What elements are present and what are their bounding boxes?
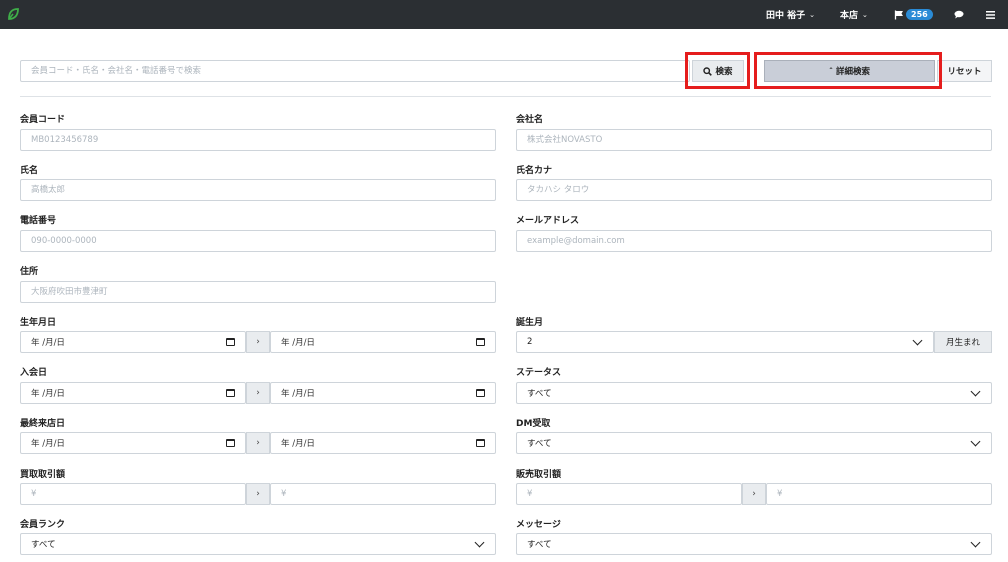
message-select[interactable]: すべて <box>516 533 992 555</box>
chevron-up-icon: ˆ <box>828 66 833 76</box>
range-separator: › <box>246 382 270 404</box>
chevron-down-icon <box>912 335 923 345</box>
email-input[interactable] <box>516 230 992 252</box>
member-rank-value: すべて <box>31 540 56 550</box>
birth-month-label: 誕生月 <box>516 318 544 328</box>
dm-select[interactable]: すべて <box>516 432 992 454</box>
chat-button[interactable] <box>954 0 964 29</box>
reset-button[interactable]: リセット <box>937 60 992 82</box>
birth-month-suffix: 月生まれ <box>934 331 992 353</box>
buy-amount-from-input[interactable] <box>20 483 246 505</box>
calendar-icon[interactable] <box>226 389 235 397</box>
range-separator: › <box>246 432 270 454</box>
divider <box>20 96 991 97</box>
store-menu[interactable]: 本店 ⌄ <box>840 0 868 29</box>
birthdate-label: 生年月日 <box>20 318 57 328</box>
dm-value: すべて <box>527 439 552 449</box>
chevron-down-icon <box>970 386 981 396</box>
menu-icon <box>986 10 995 19</box>
member-code-label: 会員コード <box>20 115 66 125</box>
birth-month-select[interactable]: 2 <box>516 331 934 353</box>
birth-month-value: 2 <box>527 337 533 347</box>
date-placeholder: 年 /月/日 <box>31 338 65 348</box>
birthdate-to-input[interactable]: 年 /月/日 <box>270 331 496 353</box>
chevron-down-icon: ⌄ <box>862 10 868 19</box>
search-icon <box>703 66 713 76</box>
date-placeholder: 年 /月/日 <box>281 389 315 399</box>
name-kana-input[interactable] <box>516 179 992 201</box>
last-visit-from-input[interactable]: 年 /月/日 <box>20 432 246 454</box>
member-rank-select[interactable]: すべて <box>20 533 496 555</box>
calendar-icon[interactable] <box>226 338 235 346</box>
buy-amount-label: 買取取引額 <box>20 470 66 480</box>
sell-amount-label: 販売取引額 <box>516 470 562 480</box>
top-navbar: 田中 裕子 ⌄ 本店 ⌄ 256 <box>0 0 1008 29</box>
calendar-icon[interactable] <box>476 389 485 397</box>
user-name: 田中 裕子 <box>766 11 806 21</box>
notifications-button[interactable]: 256 <box>894 0 933 29</box>
status-value: すべて <box>527 389 552 399</box>
address-input[interactable] <box>20 281 496 303</box>
chevron-down-icon <box>970 436 981 446</box>
phone-label: 電話番号 <box>20 216 57 226</box>
dm-label: DM受取 <box>516 419 551 429</box>
email-label: メールアドレス <box>516 216 580 226</box>
calendar-icon[interactable] <box>476 439 485 447</box>
advanced-search-button[interactable]: ˆ 詳細検索 <box>764 60 935 82</box>
join-date-to-input[interactable]: 年 /月/日 <box>270 382 496 404</box>
member-code-input[interactable] <box>20 129 496 151</box>
message-label: メッセージ <box>516 520 561 530</box>
search-button-label: 検索 <box>715 67 733 77</box>
chevron-down-icon <box>474 537 485 547</box>
join-date-label: 入会日 <box>20 368 48 378</box>
calendar-icon[interactable] <box>476 338 485 346</box>
date-placeholder: 年 /月/日 <box>31 389 65 399</box>
date-placeholder: 年 /月/日 <box>281 338 315 348</box>
birthdate-from-input[interactable]: 年 /月/日 <box>20 331 246 353</box>
notification-count-badge: 256 <box>906 9 933 20</box>
range-separator: › <box>742 483 766 505</box>
name-input[interactable] <box>20 179 496 201</box>
sell-amount-to-input[interactable] <box>766 483 992 505</box>
status-label: ステータス <box>516 368 562 378</box>
last-visit-to-input[interactable]: 年 /月/日 <box>270 432 496 454</box>
reset-button-label: リセット <box>947 67 982 77</box>
status-select[interactable]: すべて <box>516 382 992 404</box>
member-rank-label: 会員ランク <box>20 520 66 530</box>
sell-amount-from-input[interactable] <box>516 483 742 505</box>
date-placeholder: 年 /月/日 <box>281 439 315 449</box>
app-logo-icon[interactable] <box>6 7 20 21</box>
message-value: すべて <box>527 540 552 550</box>
keyword-search-input[interactable] <box>20 60 690 82</box>
flag-icon <box>894 10 903 19</box>
hamburger-menu-button[interactable] <box>986 0 995 29</box>
company-label: 会社名 <box>516 115 544 125</box>
chevron-down-icon <box>970 537 981 547</box>
last-visit-label: 最終来店日 <box>20 419 66 429</box>
user-menu[interactable]: 田中 裕子 ⌄ <box>766 0 815 29</box>
chevron-down-icon: ⌄ <box>809 10 816 19</box>
store-name: 本店 <box>840 11 859 21</box>
name-kana-label: 氏名カナ <box>516 166 553 176</box>
date-placeholder: 年 /月/日 <box>31 439 65 449</box>
search-button[interactable]: 検索 <box>692 60 744 82</box>
calendar-icon[interactable] <box>226 439 235 447</box>
advanced-search-button-label: 詳細検索 <box>835 67 870 77</box>
company-input[interactable] <box>516 129 992 151</box>
join-date-from-input[interactable]: 年 /月/日 <box>20 382 246 404</box>
range-separator: › <box>246 331 270 353</box>
address-label: 住所 <box>20 267 39 277</box>
range-separator: › <box>246 483 270 505</box>
buy-amount-to-input[interactable] <box>270 483 496 505</box>
phone-input[interactable] <box>20 230 496 252</box>
name-label: 氏名 <box>20 166 39 176</box>
chat-bubble-icon <box>954 10 964 19</box>
